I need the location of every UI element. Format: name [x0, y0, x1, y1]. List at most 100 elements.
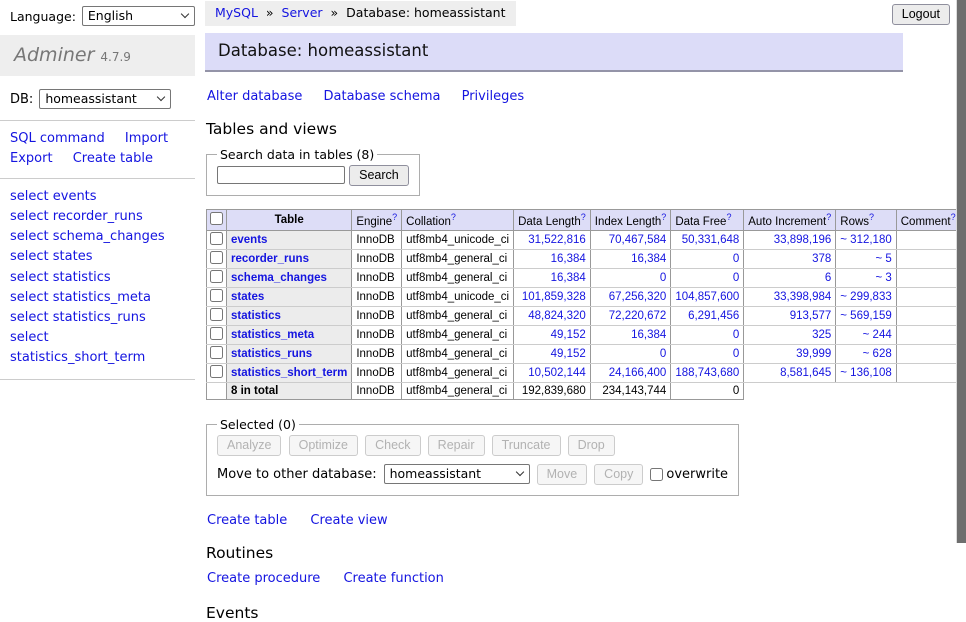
auto-increment-link[interactable]: 33,898,196 — [774, 234, 832, 246]
row-select-checkbox[interactable] — [210, 289, 223, 302]
sidebar-item-select-statistics[interactable]: select statistics — [10, 268, 185, 288]
move-db-select[interactable]: homeassistant — [384, 464, 530, 484]
sidebar-link-create-table[interactable]: Create table — [73, 151, 153, 166]
help-icon[interactable]: ? — [726, 212, 731, 222]
table-name-link[interactable]: recorder_runs — [231, 253, 309, 265]
data-free-link[interactable]: 50,331,648 — [682, 234, 740, 246]
auto-increment-link[interactable]: 33,398,984 — [774, 291, 832, 303]
table-name-link[interactable]: statistics_meta — [231, 329, 314, 341]
search-input[interactable] — [217, 166, 345, 184]
auto-increment-link[interactable]: 378 — [812, 253, 831, 265]
select-all-checkbox[interactable] — [210, 212, 223, 225]
sidebar-item-select-recorder-runs[interactable]: select recorder_runs — [10, 207, 185, 227]
data-length-link[interactable]: 16,384 — [551, 253, 586, 265]
sidebar-item-select-statistics-meta[interactable]: select statistics_meta — [10, 288, 185, 308]
row-select-checkbox[interactable] — [210, 308, 223, 321]
search-button[interactable]: Search — [349, 165, 409, 186]
index-length-link[interactable]: 0 — [660, 348, 666, 360]
auto-increment-link[interactable]: 8,581,645 — [780, 367, 831, 379]
create-table-link[interactable]: Create table — [207, 513, 287, 528]
data-length-link[interactable]: 31,522,816 — [528, 234, 586, 246]
table-name-link[interactable]: states — [231, 291, 264, 303]
logout-button[interactable]: Logout — [892, 4, 950, 25]
data-free-link[interactable]: 188,743,680 — [675, 367, 739, 379]
index-length-link[interactable]: 67,256,320 — [609, 291, 667, 303]
create-function-link[interactable]: Create function — [343, 571, 443, 586]
breadcrumb-server-link[interactable]: Server — [282, 5, 323, 20]
analyze-button[interactable]: Analyze — [217, 435, 281, 456]
index-length-link[interactable]: 16,384 — [631, 329, 666, 341]
help-icon[interactable]: ? — [661, 212, 666, 222]
data-free-link[interactable]: 104,857,600 — [675, 291, 739, 303]
alter-database-link[interactable]: Alter database — [207, 89, 302, 104]
auto-increment-link[interactable]: 913,577 — [790, 310, 832, 322]
table-name-link[interactable]: events — [231, 234, 267, 246]
index-length-link[interactable]: 72,220,672 — [609, 310, 667, 322]
data-length-link[interactable]: 16,384 — [551, 272, 586, 284]
data-length-link[interactable]: 49,152 — [551, 348, 586, 360]
row-select-checkbox[interactable] — [210, 346, 223, 359]
help-icon[interactable]: ? — [869, 212, 874, 222]
optimize-button[interactable]: Optimize — [289, 435, 358, 456]
db-select[interactable]: homeassistant — [39, 89, 171, 109]
row-select-checkbox[interactable] — [210, 365, 223, 378]
rows-count-link[interactable]: ~ 299,833 — [840, 291, 891, 303]
drop-button[interactable]: Drop — [568, 435, 615, 456]
auto-increment-link[interactable]: 39,999 — [796, 348, 831, 360]
overwrite-checkbox[interactable] — [650, 468, 663, 481]
table-name-link[interactable]: statistics_short_term — [231, 367, 347, 379]
data-length-link[interactable]: 49,152 — [551, 329, 586, 341]
data-free-link[interactable]: 0 — [733, 253, 739, 265]
index-length-link[interactable]: 16,384 — [631, 253, 666, 265]
repair-button[interactable]: Repair — [428, 435, 485, 456]
help-icon[interactable]: ? — [392, 212, 397, 222]
truncate-button[interactable]: Truncate — [492, 435, 561, 456]
database-schema-link[interactable]: Database schema — [324, 89, 441, 104]
rows-count-link[interactable]: ~ 569,159 — [840, 310, 891, 322]
auto-increment-link[interactable]: 325 — [812, 329, 831, 341]
sidebar-link-export[interactable]: Export — [10, 151, 53, 166]
sidebar-link-import[interactable]: Import — [125, 131, 168, 146]
copy-button[interactable]: Copy — [594, 464, 643, 485]
rows-count-link[interactable]: ~ 312,180 — [840, 234, 891, 246]
help-icon[interactable]: ? — [826, 212, 831, 222]
row-select-checkbox[interactable] — [210, 270, 223, 283]
row-select-checkbox[interactable] — [210, 251, 223, 264]
data-free-link[interactable]: 0 — [733, 272, 739, 284]
index-length-link[interactable]: 70,467,584 — [609, 234, 667, 246]
data-free-link[interactable]: 0 — [733, 329, 739, 341]
sidebar-item-select-states[interactable]: select states — [10, 247, 185, 267]
data-length-link[interactable]: 48,824,320 — [528, 310, 586, 322]
rows-count-link[interactable]: ~ 136,108 — [840, 367, 891, 379]
rows-count-link[interactable]: ~ 3 — [875, 272, 891, 284]
data-length-link[interactable]: 10,502,144 — [528, 367, 586, 379]
vertical-scrollbar[interactable] — [956, 0, 966, 543]
table-name-link[interactable]: statistics_runs — [231, 348, 312, 360]
privileges-link[interactable]: Privileges — [462, 89, 525, 104]
table-name-link[interactable]: statistics — [231, 310, 281, 322]
breadcrumb-mysql-link[interactable]: MySQL — [215, 5, 258, 20]
rows-count-link[interactable]: ~ 5 — [875, 253, 891, 265]
help-icon[interactable]: ? — [951, 212, 956, 222]
create-view-link[interactable]: Create view — [310, 513, 387, 528]
rows-count-link[interactable]: ~ 628 — [863, 348, 892, 360]
table-name-link[interactable]: schema_changes — [231, 272, 327, 284]
help-icon[interactable]: ? — [451, 212, 456, 222]
sidebar-link-sql-command[interactable]: SQL command — [10, 131, 105, 146]
sidebar-item-select-events[interactable]: select events — [10, 187, 185, 207]
index-length-link[interactable]: 0 — [660, 272, 666, 284]
sidebar-item-select-statistics-short-term[interactable]: select statistics_short_term — [10, 328, 185, 368]
index-length-link[interactable]: 24,166,400 — [609, 367, 667, 379]
row-select-checkbox[interactable] — [210, 327, 223, 340]
auto-increment-link[interactable]: 6 — [825, 272, 831, 284]
row-select-checkbox[interactable] — [210, 232, 223, 245]
adminer-logo-link[interactable]: Adminer — [14, 44, 94, 66]
help-icon[interactable]: ? — [581, 212, 586, 222]
data-free-link[interactable]: 6,291,456 — [688, 310, 739, 322]
language-select[interactable]: English — [82, 6, 195, 26]
move-button[interactable]: Move — [537, 464, 588, 485]
sidebar-item-select-schema-changes[interactable]: select schema_changes — [10, 227, 185, 247]
data-length-link[interactable]: 101,859,328 — [522, 291, 586, 303]
data-free-link[interactable]: 0 — [733, 348, 739, 360]
rows-count-link[interactable]: ~ 244 — [863, 329, 892, 341]
